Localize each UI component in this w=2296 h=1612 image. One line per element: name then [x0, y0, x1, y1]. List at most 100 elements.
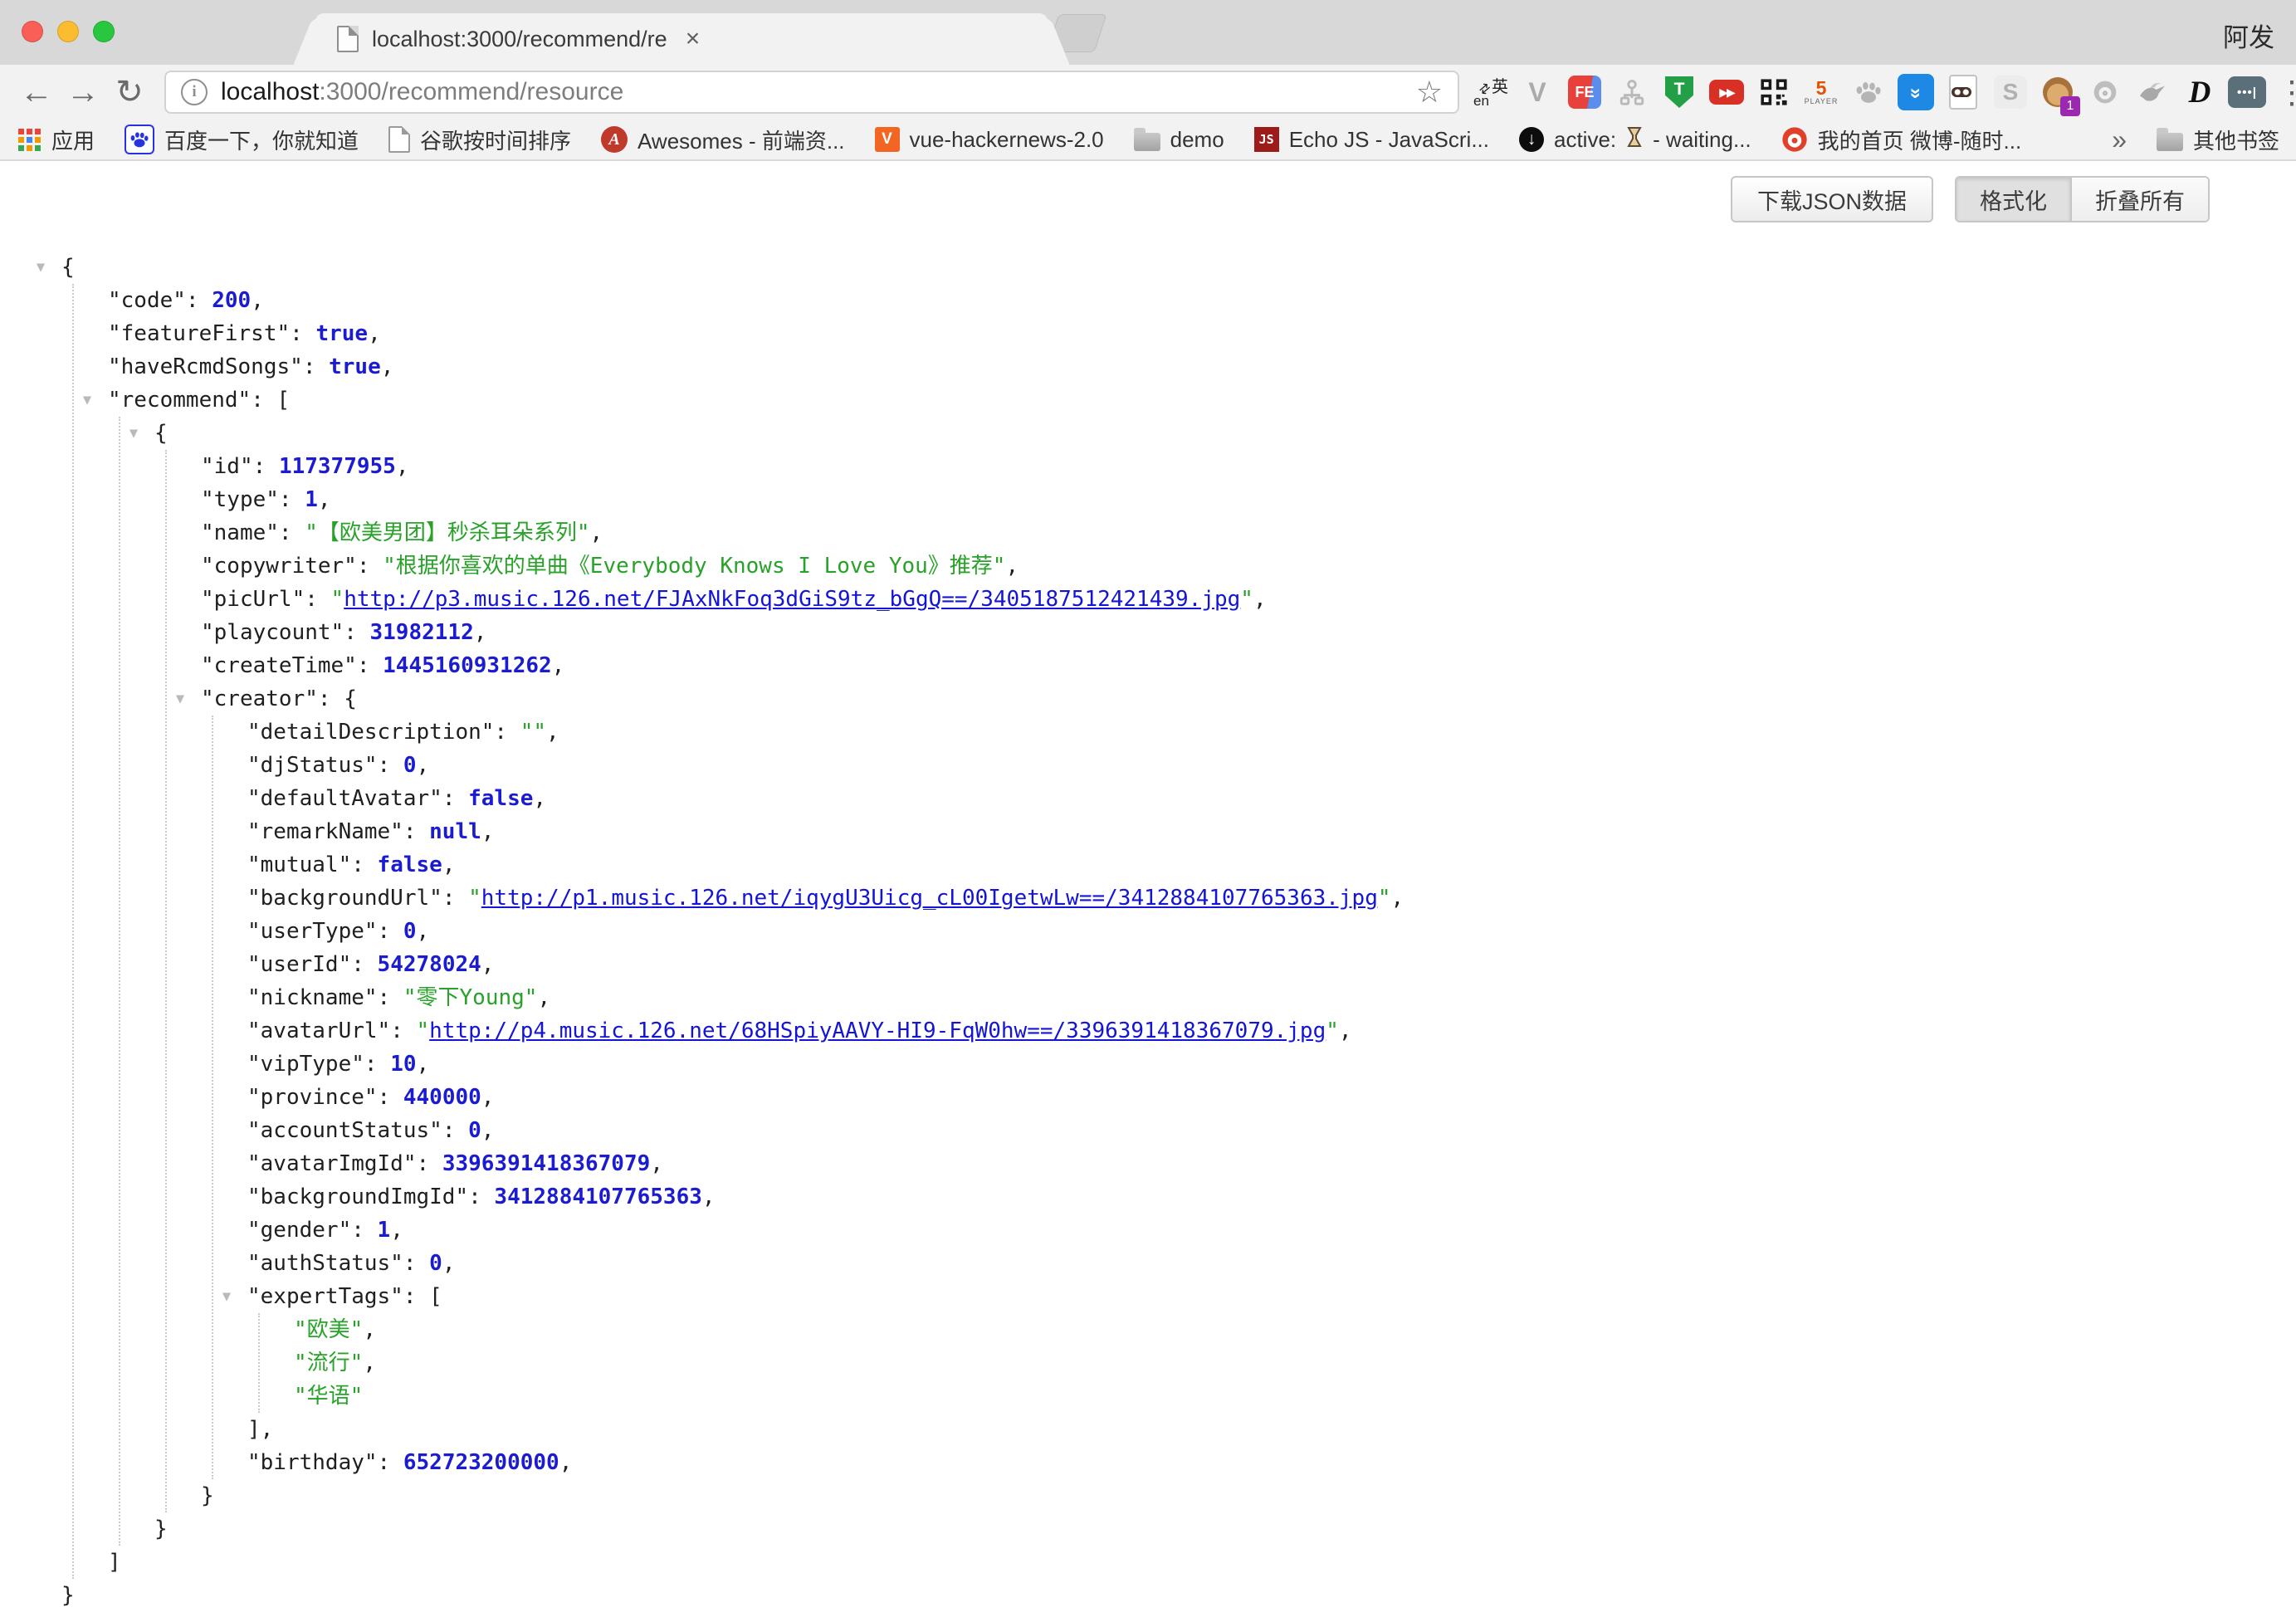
collapse-arrow-icon[interactable]: ▼: [121, 417, 146, 450]
bookmark-label: Echo JS - JavaScri...: [1289, 127, 1489, 153]
json-toolbar: 下载JSON数据 格式化 折叠所有: [0, 161, 2296, 222]
collapse-arrow-icon[interactable]: ▼: [168, 682, 193, 716]
bookmark-item[interactable]: 谷歌按时间排序: [388, 125, 571, 155]
bookmark-item[interactable]: 百度一下，你就知道: [125, 125, 359, 155]
sitemap-icon[interactable]: [1613, 73, 1651, 111]
json-line: "id": 117377955,: [201, 450, 2296, 483]
json-line: "type": 1,: [201, 483, 2296, 516]
shield-t-glyph: T: [1665, 76, 1693, 108]
bookmark-label-suffix: - waiting...: [1653, 127, 1751, 153]
d-glyph: D: [2189, 75, 2211, 110]
awesomes-icon: A: [601, 126, 628, 153]
address-bar[interactable]: i localhost:3000/recommend/resource ☆: [164, 71, 1459, 114]
json-url-link[interactable]: http://p4.music.126.net/68HSpiyAAVY-HI9-…: [429, 1018, 1326, 1043]
json-line: "avatarImgId": 3396391418367079,: [247, 1147, 2296, 1180]
extension-icons: 英en⇄ V FE T ▶▶ 5PLAYER » S1 D •••|: [1473, 73, 2266, 111]
bookmark-item[interactable]: Vvue-hackernews-2.0: [875, 127, 1104, 153]
json-url-link[interactable]: http://p3.music.126.net/FJAxNkFoq3dGiS9t…: [344, 587, 1240, 612]
page-favicon-icon: [337, 26, 359, 52]
hummingbird-icon[interactable]: [2133, 73, 2171, 111]
incognito-doc-glyph: [1949, 75, 1977, 110]
json-line: }: [201, 1479, 2296, 1512]
page-info-icon[interactable]: i: [181, 79, 208, 105]
json-line: "createTime": 1445160931262,: [201, 649, 2296, 682]
translate-zh-glyph: 英: [1492, 73, 1508, 97]
close-window-button[interactable]: [22, 21, 43, 42]
other-bookmarks-label: 其他书签: [2193, 125, 2279, 155]
download-json-button[interactable]: 下载JSON数据: [1731, 176, 1933, 222]
json-url-link[interactable]: http://p1.music.126.net/iqygU3Uicg_cL00I…: [481, 886, 1378, 911]
html5-player-icon[interactable]: 5PLAYER: [1802, 73, 1840, 111]
apps-grid-icon: [17, 127, 42, 152]
incognito-page-icon[interactable]: [1944, 73, 1982, 111]
json-line: "code": 200,: [108, 284, 2296, 317]
json-children: "欧美","流行","华语": [258, 1313, 2296, 1413]
json-line: "picUrl": "http://p3.music.126.net/FJAxN…: [201, 583, 2296, 616]
kebab-menu-icon[interactable]: ⋮: [2276, 74, 2296, 111]
format-button[interactable]: 格式化: [1956, 178, 2070, 221]
json-children: "code": 200,"featureFirst": true,"haveRc…: [72, 284, 2296, 1579]
json-line: "accountStatus": 0,: [247, 1114, 2296, 1147]
video-speed-icon[interactable]: ▶▶: [1707, 73, 1746, 111]
collapse-arrow-icon[interactable]: ▼: [75, 383, 100, 417]
dashlane-d-icon[interactable]: D: [2181, 73, 2219, 111]
page-icon: [388, 126, 410, 153]
bookmark-item[interactable]: 我的首页 微博-随时...: [1781, 125, 2022, 155]
forward-icon[interactable]: →: [60, 74, 106, 111]
bookmark-item[interactable]: demo: [1134, 127, 1224, 153]
window-frame: localhost:3000/recommend/re × 阿发: [0, 0, 2296, 65]
reload-icon[interactable]: ↻: [106, 73, 153, 111]
download-manager-icon[interactable]: »: [1897, 73, 1935, 111]
json-line: }: [61, 1579, 2296, 1612]
tab-close-icon[interactable]: ×: [686, 27, 701, 51]
weibo-gray-icon[interactable]: [2086, 73, 2124, 111]
json-line: ▼"expertTags": [: [247, 1280, 2296, 1313]
vue-extension-icon[interactable]: V: [1518, 73, 1556, 111]
translate-icon[interactable]: 英en⇄: [1473, 74, 1509, 110]
vue-bookmark-icon: V: [875, 127, 900, 152]
bookmark-item[interactable]: AAwesomes - 前端资...: [601, 125, 844, 155]
weibo-icon: [1781, 126, 1808, 153]
tampermonkey-shield-icon[interactable]: T: [1660, 73, 1698, 111]
json-children: "id": 117377955,"type": 1,"name": "【欧美男团…: [165, 450, 2296, 1512]
baidu-paw-icon: [125, 125, 154, 154]
json-line: "name": "【欧美男团】秒杀耳朵系列",: [201, 516, 2296, 550]
json-line: ],: [247, 1413, 2296, 1446]
url-path: :3000/recommend/resource: [319, 78, 623, 105]
bookmark-item[interactable]: 应用: [17, 125, 95, 155]
browser-tab[interactable]: localhost:3000/recommend/re ×: [315, 13, 1048, 65]
bookmark-item[interactable]: JSEcho JS - JavaScri...: [1254, 127, 1489, 153]
other-bookmarks-folder[interactable]: 其他书签: [2157, 125, 2279, 155]
bookmark-label: 应用: [51, 125, 95, 155]
bookmark-items: 应用百度一下，你就知道谷歌按时间排序 AAwesomes - 前端资... Vvue…: [17, 125, 2021, 155]
json-line: "playcount": 31982112,: [201, 616, 2296, 649]
folder-icon: [2157, 133, 2183, 151]
json-line: "featureFirst": true,: [108, 317, 2296, 350]
folder-icon: [1134, 133, 1160, 151]
bookmark-item[interactable]: ↓active:- waiting...: [1519, 126, 1751, 154]
json-line: "backgroundUrl": "http://p1.music.126.ne…: [247, 882, 2296, 915]
monkey-icon[interactable]: 1: [2039, 73, 2077, 111]
hourglass-icon: [1626, 126, 1643, 154]
s-extension-icon[interactable]: S: [1991, 73, 2030, 111]
collapse-all-button[interactable]: 折叠所有: [2070, 178, 2208, 221]
vue-v-glyph: V: [1528, 77, 1546, 108]
json-line: "userType": 0,: [247, 915, 2296, 948]
minimize-window-button[interactable]: [57, 21, 79, 42]
collapse-arrow-icon[interactable]: ▼: [28, 251, 53, 284]
bookmark-label: active:: [1554, 127, 1616, 153]
zoom-window-button[interactable]: [93, 21, 115, 42]
collapse-arrow-icon[interactable]: ▼: [214, 1280, 239, 1313]
paw-icon[interactable]: [1849, 73, 1888, 111]
back-icon[interactable]: ←: [13, 74, 60, 111]
qrcode-icon[interactable]: [1755, 73, 1793, 111]
json-line: ▼"recommend": [: [108, 383, 2296, 417]
bookmarks-overflow-icon[interactable]: »: [2112, 125, 2127, 155]
fe-icon[interactable]: FE: [1566, 73, 1604, 111]
download-chevrons-glyph: »: [1898, 74, 1934, 110]
html5-player-glyph: 5PLAYER: [1805, 79, 1839, 105]
bookmark-star-icon[interactable]: ☆: [1416, 75, 1443, 110]
password-dots-icon[interactable]: •••|: [2228, 73, 2266, 111]
json-line: "province": 440000,: [247, 1081, 2296, 1114]
profile-name[interactable]: 阿发: [2223, 17, 2274, 54]
